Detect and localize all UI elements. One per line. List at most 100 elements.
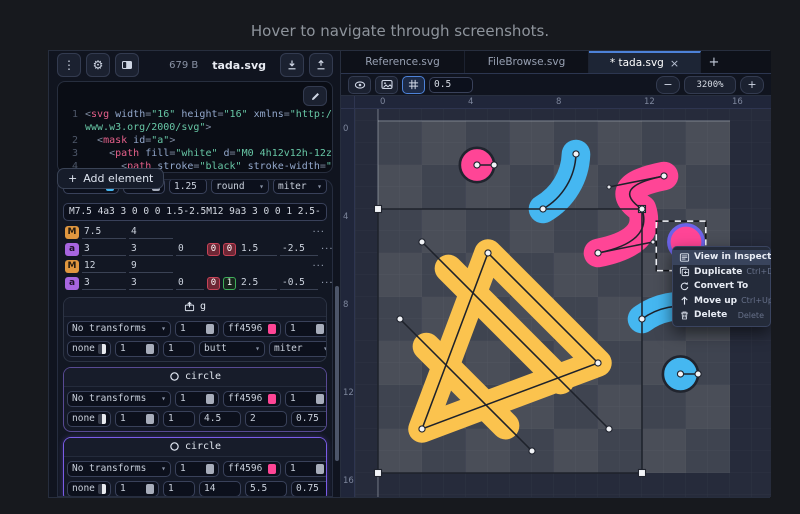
value-field[interactable]: 0.75	[291, 481, 327, 497]
command-value[interactable]: 1.5	[239, 243, 277, 256]
menu-item-duplicate[interactable]: DuplicateCtrl+D	[673, 265, 770, 280]
value-field[interactable]: ff4596	[223, 461, 281, 477]
section-header-g[interactable]: g	[64, 298, 326, 317]
more-options[interactable]: ···	[321, 278, 333, 289]
toggle-grid-button[interactable]	[402, 76, 425, 94]
command-badge: M	[65, 260, 79, 273]
command-value[interactable]: -0.5	[280, 277, 318, 290]
download-button[interactable]	[280, 53, 304, 77]
field-value: 2	[250, 413, 256, 424]
arc-flag[interactable]: 1	[223, 277, 236, 290]
value-field[interactable]: 5.5	[245, 481, 287, 497]
value-field[interactable]: ff4596	[223, 321, 281, 337]
select-field[interactable]: miter▾	[269, 341, 327, 357]
arc-flag[interactable]: 0	[207, 277, 220, 290]
zoom-in-button[interactable]: +	[740, 76, 764, 94]
menu-item-view-in-inspector[interactable]: View in Inspector	[673, 250, 770, 265]
select-field[interactable]: No transforms▾	[67, 461, 171, 477]
command-row[interactable]: a330001.5-2.5···	[63, 241, 327, 258]
value-field[interactable]: 1	[163, 341, 195, 357]
command-value[interactable]: 3	[129, 243, 173, 256]
value-field[interactable]: 1	[175, 321, 219, 337]
value-field[interactable]: 1	[175, 391, 219, 407]
value-field[interactable]: 14	[199, 481, 241, 497]
command-value[interactable]: 9	[129, 260, 173, 273]
value-field[interactable]: 1	[115, 411, 159, 427]
value-field[interactable]: 0.75	[291, 411, 327, 427]
command-value[interactable]: 12	[82, 260, 126, 273]
add-element-button[interactable]: + Add element	[57, 168, 164, 189]
code-line[interactable]: 2 <mask id="a">	[58, 134, 332, 147]
grid-size-input[interactable]	[429, 77, 473, 93]
command-value[interactable]: 0	[176, 277, 204, 290]
more-options[interactable]: ···	[321, 244, 333, 255]
value-field[interactable]: 1	[163, 411, 195, 427]
code-line[interactable]: 1<svg width="16" height="16" xmlns="http…	[58, 108, 332, 121]
element-section-circle[interactable]: circleNo transforms▾1ff45961none114.520.…	[63, 367, 327, 432]
value-field[interactable]: 1	[285, 391, 327, 407]
command-value[interactable]: 4	[129, 226, 173, 239]
command-row[interactable]: M7.54···	[63, 224, 327, 241]
color-swatch-pink	[268, 464, 276, 474]
zoom-out-button[interactable]: −	[656, 76, 680, 94]
command-value[interactable]: 3	[82, 277, 126, 290]
arc-flag[interactable]: 0	[207, 243, 220, 256]
command-row[interactable]: a330012.5-0.5···	[63, 275, 327, 292]
settings-button[interactable]: ⚙	[86, 53, 110, 77]
element-section-circle[interactable]: circleNo transforms▾1ff45961none11145.50…	[63, 437, 327, 498]
select-field[interactable]: round▾	[211, 179, 269, 194]
edit-code-button[interactable]	[303, 86, 327, 106]
upload-button[interactable]	[309, 53, 333, 77]
select-field[interactable]: butt▾	[199, 341, 265, 357]
command-row[interactable]: M129 ···	[63, 258, 327, 275]
select-field[interactable]: No transforms▾	[67, 321, 171, 337]
path-data-input[interactable]	[63, 203, 327, 221]
value-field[interactable]: none	[67, 411, 111, 427]
code-line[interactable]: www.w3.org/2000/svg">	[58, 121, 332, 134]
value-field[interactable]: ff4596	[223, 391, 281, 407]
value-field[interactable]: 1	[115, 481, 159, 497]
value-field[interactable]: 1.25	[169, 179, 207, 194]
command-value[interactable]: -2.5	[280, 243, 318, 256]
value-field[interactable]: 1	[163, 481, 195, 497]
zoom-level[interactable]: 3200%	[684, 76, 736, 94]
layout-button[interactable]	[115, 53, 139, 77]
menu-button[interactable]: ⋮	[57, 53, 81, 77]
more-options[interactable]: ···	[312, 227, 325, 238]
tab-reference-svg[interactable]: Reference.svg	[341, 51, 465, 73]
element-section-g[interactable]: gNo transforms▾1ff45961none11butt▾miter▾	[63, 297, 327, 362]
code-editor[interactable]: 1<svg width="16" height="16" xmlns="http…	[57, 81, 333, 173]
value-field[interactable]: 1	[115, 341, 159, 357]
toggle-visibility-button[interactable]	[348, 76, 371, 94]
select-field[interactable]: miter▾	[273, 179, 327, 194]
command-value[interactable]: 3	[129, 277, 173, 290]
command-value[interactable]: 3	[82, 243, 126, 256]
command-value[interactable]: 2.5	[239, 277, 277, 290]
arc-flag[interactable]: 0	[223, 243, 236, 256]
new-tab-button[interactable]: +	[701, 51, 727, 73]
toggle-image-button[interactable]	[375, 76, 398, 94]
tab--tada-svg[interactable]: * tada.svg×	[589, 51, 701, 73]
menu-item-delete[interactable]: DeleteDelete	[673, 308, 770, 323]
section-header-circle[interactable]: circle	[64, 438, 326, 457]
drawing-canvas[interactable]: 0481216 0481216 View in InspectorDuplica…	[341, 96, 771, 497]
command-value[interactable]: 7.5	[82, 226, 126, 239]
left-panel-scrollbar[interactable]	[335, 286, 339, 461]
value-field[interactable]: 1	[285, 461, 327, 477]
command-value[interactable]: 0	[176, 243, 204, 256]
close-icon[interactable]: ×	[670, 57, 679, 70]
more-options[interactable]: ···	[312, 261, 325, 272]
menu-item-move-up[interactable]: Move upCtrl+Up	[673, 294, 770, 309]
value-field[interactable]: 2	[245, 411, 287, 427]
select-field[interactable]: No transforms▾	[67, 391, 171, 407]
tab-filebrowse-svg[interactable]: FileBrowse.svg	[465, 51, 589, 73]
value-field[interactable]: none	[67, 341, 111, 357]
value-field[interactable]: 4.5	[199, 411, 241, 427]
code-lines[interactable]: 1<svg width="16" height="16" xmlns="http…	[58, 108, 332, 173]
code-line[interactable]: 3 <path fill="white" d="M0 4h12v12h-12z"…	[58, 147, 332, 160]
value-field[interactable]: 1	[285, 321, 327, 337]
value-field[interactable]: 1	[175, 461, 219, 477]
menu-item-convert-to[interactable]: Convert To	[673, 279, 770, 294]
section-header-circle[interactable]: circle	[64, 368, 326, 387]
value-field[interactable]: none	[67, 481, 111, 497]
